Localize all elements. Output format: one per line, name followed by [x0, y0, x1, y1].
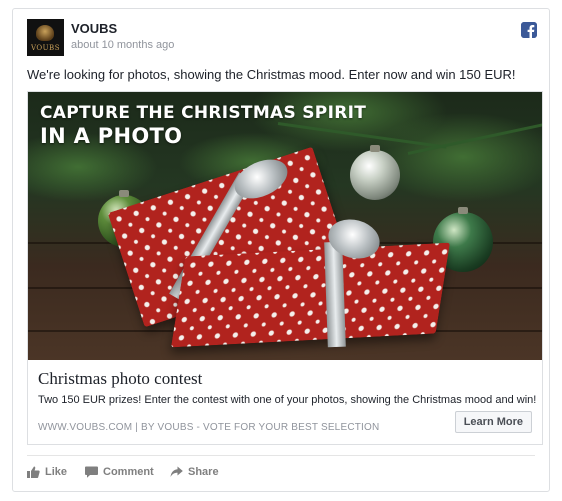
page-name[interactable]: VOUBS: [71, 21, 117, 36]
link-image[interactable]: CAPTURE THE CHRISTMAS SPIRIT IN A PHOTO: [28, 92, 542, 360]
silver-ornament: [350, 145, 400, 200]
learn-more-button[interactable]: Learn More: [454, 411, 532, 433]
post-card: VOUBS VOUBS about 10 months ago We're lo…: [12, 8, 550, 492]
post-timestamp[interactable]: about 10 months ago: [71, 39, 174, 51]
facebook-f-glyph: [521, 22, 537, 38]
avatar-logo-text: VOUBS: [30, 44, 60, 52]
link-domain: WWW.VOUBS.COM | BY VOUBS - VOTE FOR YOUR…: [38, 422, 380, 433]
image-headline-line2: IN A PHOTO: [40, 124, 183, 148]
actions-divider: [27, 455, 535, 456]
facebook-icon: [521, 22, 537, 38]
like-label: Like: [45, 466, 68, 478]
comment-label: Comment: [103, 466, 154, 478]
share-label: Share: [188, 466, 219, 478]
link-preview[interactable]: CAPTURE THE CHRISTMAS SPIRIT IN A PHOTO …: [27, 91, 543, 445]
logo-mark-icon: [36, 25, 54, 41]
thumbs-up-icon: [27, 466, 40, 478]
share-button[interactable]: Share: [170, 466, 219, 478]
ornament-cap: [458, 207, 468, 214]
link-title[interactable]: Christmas photo contest: [38, 369, 202, 389]
like-button[interactable]: Like: [27, 466, 67, 478]
speech-bubble-icon: [85, 466, 98, 478]
comment-button[interactable]: Comment: [85, 466, 154, 478]
gift-ribbon: [324, 241, 346, 348]
gift-box-front: [170, 242, 451, 348]
post-text: We're looking for photos, showing the Ch…: [27, 67, 516, 82]
link-info[interactable]: Christmas photo contest Two 150 EUR priz…: [28, 360, 542, 444]
ornament-cap: [370, 145, 380, 152]
share-arrow-icon: [170, 466, 183, 477]
page-avatar[interactable]: VOUBS: [27, 19, 64, 56]
ornament-cap: [119, 190, 129, 197]
link-description: Two 150 EUR prizes! Enter the contest wi…: [38, 394, 537, 406]
image-headline-line1: CAPTURE THE CHRISTMAS SPIRIT: [40, 103, 367, 123]
